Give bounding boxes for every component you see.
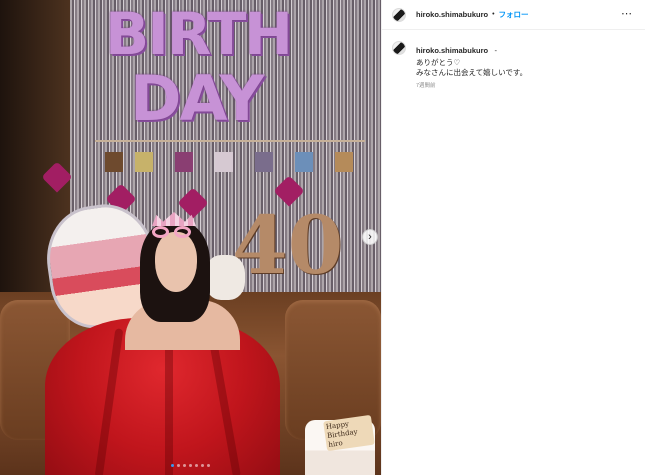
carousel-dot bbox=[195, 464, 198, 467]
dress-fold bbox=[94, 328, 124, 475]
dress-fold bbox=[207, 328, 241, 475]
post-photo[interactable]: BIRTH DAY 40 Happy Birthday hiro › bbox=[0, 0, 381, 475]
carousel-dot bbox=[201, 464, 204, 467]
banner-flag bbox=[105, 152, 123, 172]
teddy-bear bbox=[205, 255, 245, 300]
chevron-right-icon[interactable]: › bbox=[362, 229, 378, 245]
caption-body: hiroko.shimabukuro - ありがとう♡ みなさんに出会えて嬉しい… bbox=[416, 40, 527, 89]
post-side-panel: hiroko.shimabukuro • フォロー ⋯ hiroko.shima… bbox=[381, 0, 645, 475]
dress-fold bbox=[165, 338, 173, 475]
more-options-icon[interactable]: ⋯ bbox=[621, 9, 633, 20]
carousel-dot bbox=[183, 464, 186, 467]
carousel-dot bbox=[207, 464, 210, 467]
caption: hiroko.shimabukuro - ありがとう♡ みなさんに出会えて嬉しい… bbox=[382, 30, 645, 89]
banner-flag bbox=[295, 152, 313, 172]
header-username[interactable]: hiroko.shimabukuro bbox=[416, 10, 488, 19]
post-timestamp[interactable]: 7週間前 bbox=[416, 81, 527, 89]
carousel-dot bbox=[189, 464, 192, 467]
caption-line: ありがとう♡ bbox=[416, 58, 461, 67]
banner-flag bbox=[255, 152, 273, 172]
separator-dot: • bbox=[492, 11, 495, 18]
carousel-dot bbox=[177, 464, 180, 467]
face bbox=[155, 232, 197, 292]
birthday-banner bbox=[95, 140, 365, 172]
number-balloons: 40 bbox=[232, 198, 344, 292]
caption-avatar[interactable] bbox=[392, 41, 406, 55]
heart-glasses bbox=[150, 226, 196, 238]
avatar[interactable] bbox=[392, 7, 406, 22]
caption-line: みなさんに出会えて嬉しいです。 bbox=[416, 68, 528, 77]
banner-flag bbox=[175, 152, 193, 172]
banner-flag bbox=[215, 152, 233, 172]
carousel-dot bbox=[171, 464, 174, 467]
post-header: hiroko.shimabukuro • フォロー ⋯ bbox=[382, 0, 645, 30]
caption-dash: - bbox=[494, 46, 498, 55]
balloon-letters-birth: BIRTH bbox=[105, 0, 293, 68]
balloon-letters-day: DAY bbox=[130, 62, 264, 135]
caption-username[interactable]: hiroko.shimabukuro bbox=[416, 46, 488, 55]
banner-flag bbox=[135, 152, 153, 172]
follow-button[interactable]: フォロー bbox=[499, 9, 529, 20]
banner-flag bbox=[335, 152, 353, 172]
carousel-dots bbox=[171, 464, 210, 467]
